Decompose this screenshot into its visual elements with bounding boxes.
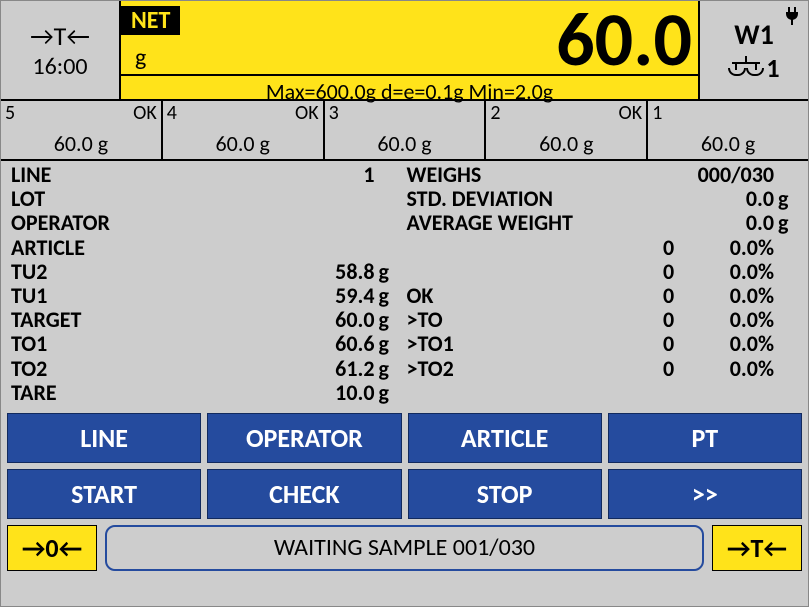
range-label: W1 (734, 17, 774, 52)
button-row-1: LINEOPERATORARTICLEPT (7, 413, 802, 463)
param-row: TARE10.0g (9, 381, 405, 405)
button-operator[interactable]: OPERATOR (207, 413, 401, 463)
scale-icon (728, 60, 764, 76)
stat-row: AVERAGE WEIGHT0.0g (405, 211, 801, 235)
time-display: 16:00 (32, 52, 87, 81)
param-row: OPERATOR (9, 211, 405, 235)
history-cell: 4 OK 60.0 g (163, 101, 325, 159)
param-row: LOT (9, 187, 405, 211)
header: →T← 16:00 NET g 60.0 Max=600.0g d=e=0.1g… (1, 1, 808, 99)
history-cell: 5 OK 60.0 g (1, 101, 163, 159)
parameters-table: LINE1LOTOPERATORARTICLETU258.8gTU159.4gT… (9, 163, 405, 405)
history-status: OK (619, 101, 643, 125)
param-row: TU159.4g (9, 284, 405, 308)
button-article[interactable]: ARTICLE (408, 413, 602, 463)
tare-indicator: →T← (30, 20, 90, 52)
history-index: 4 (167, 101, 177, 125)
button-pt[interactable]: PT (608, 413, 802, 463)
button-line[interactable]: LINE (7, 413, 201, 463)
history-status: OK (133, 101, 157, 125)
button-check[interactable]: CHECK (207, 469, 401, 519)
stat-row: 00.0% (405, 260, 801, 284)
param-row: LINE1 (9, 163, 405, 187)
stat-row: 00.0% (405, 236, 801, 260)
param-row: TO160.6g (9, 332, 405, 356)
stat-row: STD. DEVIATION0.0g (405, 187, 801, 211)
stat-row: OK00.0% (405, 284, 801, 308)
footer: →0← WAITING SAMPLE 001/030 →T← (1, 525, 808, 577)
data-panel: LINE1LOTOPERATORARTICLETU258.8gTU159.4gT… (1, 161, 808, 409)
stat-row: >TO00.0% (405, 308, 801, 332)
param-row: TU258.8g (9, 260, 405, 284)
weight-display: NET g 60.0 Max=600.0g d=e=0.1g Min=2.0g (121, 1, 698, 99)
history-cell: 1 60.0 g (648, 101, 808, 159)
net-badge: NET (121, 6, 180, 35)
history-index: 2 (490, 101, 500, 125)
status-bar: WAITING SAMPLE 001/030 (105, 525, 704, 571)
history-index: 3 (329, 101, 339, 125)
history-strip: 5 OK 60.0 g 4 OK 60.0 g 3 60.0 g 2 OK 60.0 g 1 60.0 … (1, 99, 808, 161)
history-value: 60.0 g (329, 130, 481, 159)
button-stop[interactable]: STOP (408, 469, 602, 519)
weight-unit: g (135, 43, 146, 72)
param-row: ARTICLE (9, 236, 405, 260)
header-right: W1 1 (698, 1, 808, 99)
history-index: 1 (652, 101, 662, 125)
history-value: 60.0 g (5, 130, 157, 159)
stat-row: WEIGHS000/030 (405, 163, 801, 187)
button-panel: LINEOPERATORARTICLEPT STARTCHECKSTOP>> (1, 409, 808, 519)
header-left: →T← 16:00 (1, 1, 121, 99)
button--[interactable]: >> (608, 469, 802, 519)
statistics-table: WEIGHS000/030STD. DEVIATION0.0gAVERAGE W… (405, 163, 801, 381)
param-row: TO261.2g (9, 357, 405, 381)
stat-row: >TO100.0% (405, 332, 801, 356)
history-value: 60.0 g (167, 130, 319, 159)
tare-button[interactable]: →T← (712, 525, 802, 571)
history-cell: 3 60.0 g (325, 101, 487, 159)
zero-button[interactable]: →0← (7, 525, 97, 571)
button-row-2: STARTCHECKSTOP>> (7, 469, 802, 519)
history-value: 60.0 g (490, 130, 642, 159)
button-start[interactable]: START (7, 469, 201, 519)
history-status: OK (295, 101, 319, 125)
scale-number: 1 (766, 52, 779, 84)
history-value: 60.0 g (652, 130, 804, 159)
power-icon (784, 7, 800, 31)
weight-value: 60.0 (121, 6, 698, 74)
stat-row: >TO200.0% (405, 357, 801, 381)
history-cell: 2 OK 60.0 g (486, 101, 648, 159)
history-index: 5 (5, 101, 15, 125)
param-row: TARGET60.0g (9, 308, 405, 332)
